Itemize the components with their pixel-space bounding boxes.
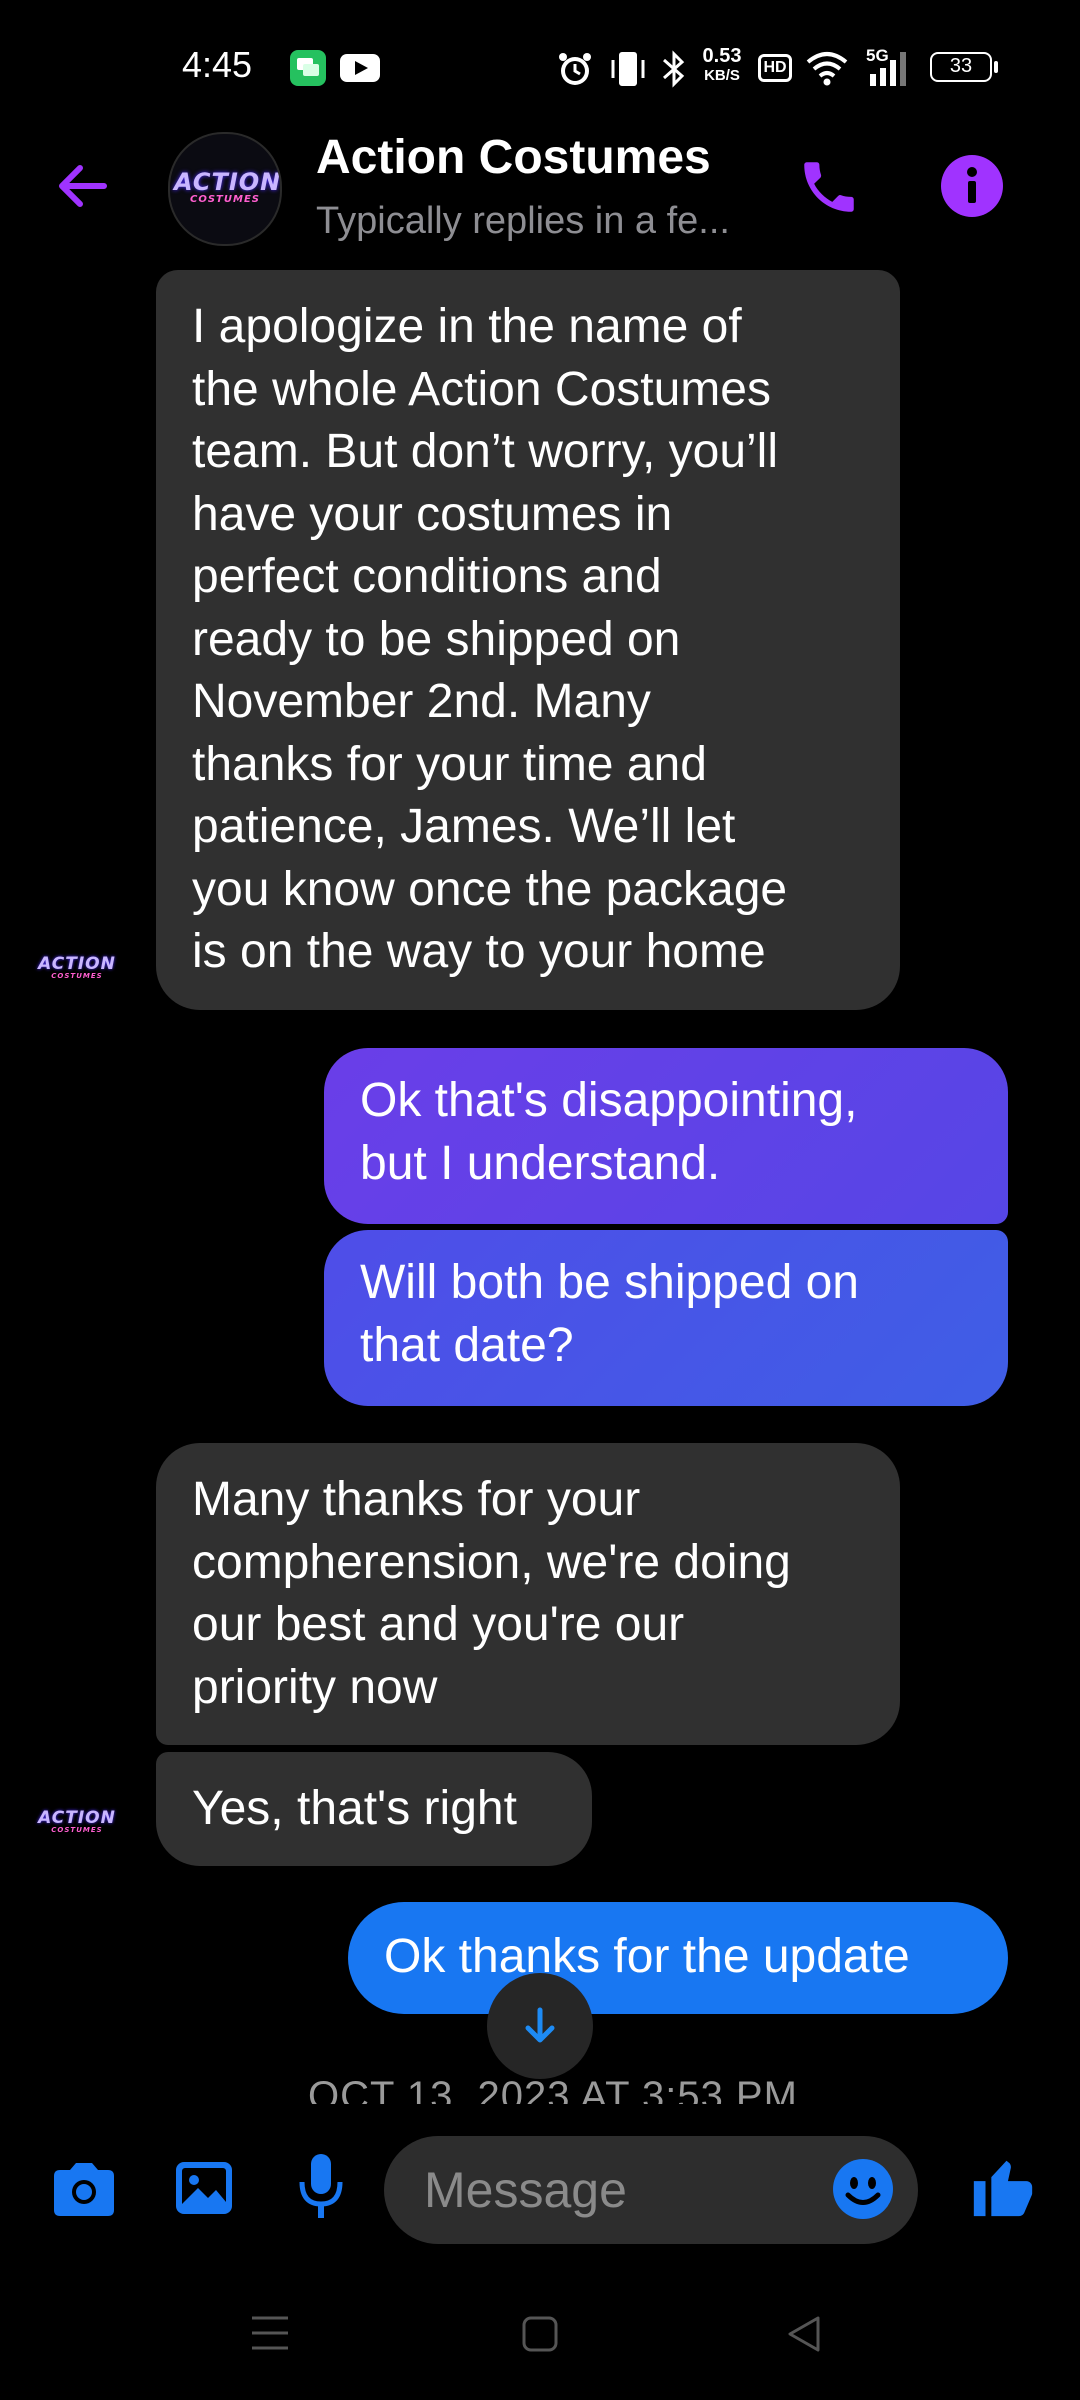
sender-avatar[interactable]: ACTION COSTUMES <box>38 1808 116 1848</box>
hd-badge: HD <box>758 54 792 82</box>
gallery-icon[interactable] <box>174 2158 234 2218</box>
contact-avatar[interactable]: ACTION COSTUMES <box>168 132 282 246</box>
wifi-icon <box>806 50 848 91</box>
received-message-bubble[interactable]: Yes, that's right <box>156 1752 592 1866</box>
logo-sub-text: COSTUMES <box>190 194 260 205</box>
message-line: Yes, that's right <box>192 1782 517 1835</box>
received-message-bubble[interactable]: Many thanks for your compherension, we'r… <box>156 1443 900 1745</box>
sent-message-bubble[interactable]: Ok thanks for the update <box>348 1902 1008 2014</box>
sender-avatar[interactable]: ACTION COSTUMES <box>38 954 116 994</box>
net-speed-value: 0.53 <box>702 45 742 67</box>
message-line: that date? <box>360 1318 574 1372</box>
message-line: Ok thanks for the update <box>384 1930 910 1983</box>
message-line: you know once the package <box>192 862 788 916</box>
logo-main-text: ACTION <box>174 168 282 196</box>
emoji-icon[interactable] <box>832 2158 894 2220</box>
contact-name[interactable]: Action Costumes <box>316 130 711 185</box>
net-speed: 0.53 KB/S <box>700 46 744 86</box>
message-line: is on the way to your home <box>192 925 766 978</box>
message-input[interactable] <box>422 2160 806 2220</box>
back-nav-icon[interactable] <box>784 2314 824 2354</box>
message-line: ready to be shipped on <box>192 612 681 666</box>
scroll-to-bottom-button[interactable] <box>487 1973 593 2079</box>
camera-icon[interactable] <box>50 2160 118 2218</box>
message-line: team. But don’t worry, you’ll <box>192 425 779 478</box>
message-line: but I understand. <box>360 1136 721 1190</box>
sender-avatar-logo: ACTION <box>38 1808 116 1828</box>
message-line: Ok that's disappointing, <box>360 1074 858 1127</box>
message-line: have your costumes in <box>192 487 673 541</box>
battery-tip <box>994 61 998 73</box>
alarm-icon <box>556 50 594 93</box>
message-line: compherension, we're doing <box>192 1535 791 1589</box>
message-line: I apologize in the name of <box>192 300 742 353</box>
home-nav-icon[interactable] <box>522 2316 558 2352</box>
battery-indicator: 33 <box>930 52 992 82</box>
thumbs-up-icon[interactable] <box>968 2152 1038 2222</box>
status-time: 4:45 <box>182 44 253 85</box>
sent-message-bubble[interactable]: Will both be shipped on that date? <box>324 1230 1008 1406</box>
phone-icon[interactable] <box>796 154 862 220</box>
contact-status: Typically replies in a fe... <box>316 200 730 242</box>
bluetooth-icon <box>660 50 688 93</box>
messages-app-icon <box>290 50 326 91</box>
message-line: thanks for your time and <box>192 737 707 791</box>
message-line: Many thanks for your <box>192 1473 641 1526</box>
message-line: our best and you're our <box>192 1598 685 1651</box>
signal-icon <box>866 50 908 93</box>
menu-nav-icon[interactable] <box>250 2314 290 2352</box>
vibrate-icon <box>610 50 646 93</box>
message-line: the whole Action Costumes <box>192 362 771 416</box>
back-arrow-icon[interactable] <box>52 156 112 216</box>
scroll-down-icon <box>525 2007 555 2043</box>
youtube-icon <box>340 50 380 91</box>
received-message-bubble[interactable]: I apologize in the name of the whole Act… <box>156 270 900 1010</box>
message-line: Will both be shipped on <box>360 1256 859 1309</box>
message-line: November 2nd. Many <box>192 675 651 728</box>
message-line: perfect conditions and <box>192 550 662 603</box>
message-line: priority now <box>192 1660 438 1714</box>
sent-message-bubble[interactable]: Ok that's disappointing, but I understan… <box>324 1048 1008 1224</box>
message-line: patience, James. We’ll let <box>192 800 736 853</box>
info-icon[interactable] <box>940 154 1004 218</box>
microphone-icon[interactable] <box>296 2152 346 2222</box>
net-speed-unit: KB/S <box>704 67 740 84</box>
sender-avatar-logo: ACTION <box>38 954 116 974</box>
